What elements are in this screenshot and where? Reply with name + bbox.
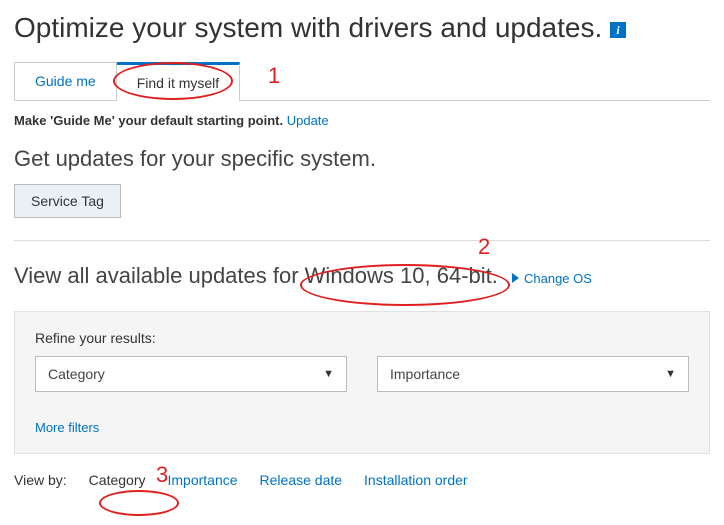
service-tag-button[interactable]: Service Tag xyxy=(14,184,121,218)
default-note-prefix: Make 'Guide Me' your default starting po… xyxy=(14,113,287,128)
view-by-category[interactable]: Category xyxy=(89,472,146,488)
annotation-number-3: 3 xyxy=(156,462,168,488)
triangle-right-icon xyxy=(512,273,519,283)
importance-select[interactable]: Importance ▼ xyxy=(377,356,689,392)
change-os-text: Change OS xyxy=(524,271,592,286)
default-starting-point-text: Make 'Guide Me' your default starting po… xyxy=(14,113,710,128)
view-by-importance[interactable]: Importance xyxy=(167,472,237,488)
annotation-number-2: 2 xyxy=(478,234,490,260)
info-icon[interactable]: i xyxy=(610,22,626,38)
update-link[interactable]: Update xyxy=(287,113,329,128)
annotation-number-1: 1 xyxy=(268,63,280,89)
annotation-circle-3 xyxy=(99,490,179,516)
page-title: Optimize your system with drivers and up… xyxy=(14,12,710,44)
refine-panel: Refine your results: Category ▼ Importan… xyxy=(14,311,710,454)
category-select-value: Category xyxy=(48,366,105,382)
get-updates-heading: Get updates for your specific system. xyxy=(14,146,710,172)
tabs: Guide me Find it myself xyxy=(14,62,710,100)
chevron-down-icon: ▼ xyxy=(323,368,334,380)
tab-guide-me[interactable]: Guide me xyxy=(14,62,117,100)
divider xyxy=(14,240,710,241)
view-by-label: View by: xyxy=(14,472,67,488)
updates-heading-prefix: View all available updates for xyxy=(14,263,305,288)
view-by-row: View by: Category Importance Release dat… xyxy=(14,472,710,488)
selects-row: Category ▼ Importance ▼ xyxy=(35,356,689,392)
refine-label: Refine your results: xyxy=(35,330,689,346)
updates-heading-row: View all available updates for Windows 1… xyxy=(14,263,710,289)
tabs-container: Guide me Find it myself xyxy=(14,62,710,101)
importance-select-value: Importance xyxy=(390,366,460,382)
chevron-down-icon: ▼ xyxy=(665,368,676,380)
tab-find-it-myself[interactable]: Find it myself xyxy=(117,62,240,101)
change-os-link[interactable]: Change OS xyxy=(512,271,592,286)
updates-heading-os: Windows 10, 64-bit. xyxy=(305,263,498,288)
more-filters-link[interactable]: More filters xyxy=(35,420,689,435)
page-title-text: Optimize your system with drivers and up… xyxy=(14,12,602,43)
category-select[interactable]: Category ▼ xyxy=(35,356,347,392)
view-by-installation-order[interactable]: Installation order xyxy=(364,472,468,488)
updates-heading: View all available updates for Windows 1… xyxy=(14,263,504,288)
view-by-release-date[interactable]: Release date xyxy=(260,472,343,488)
